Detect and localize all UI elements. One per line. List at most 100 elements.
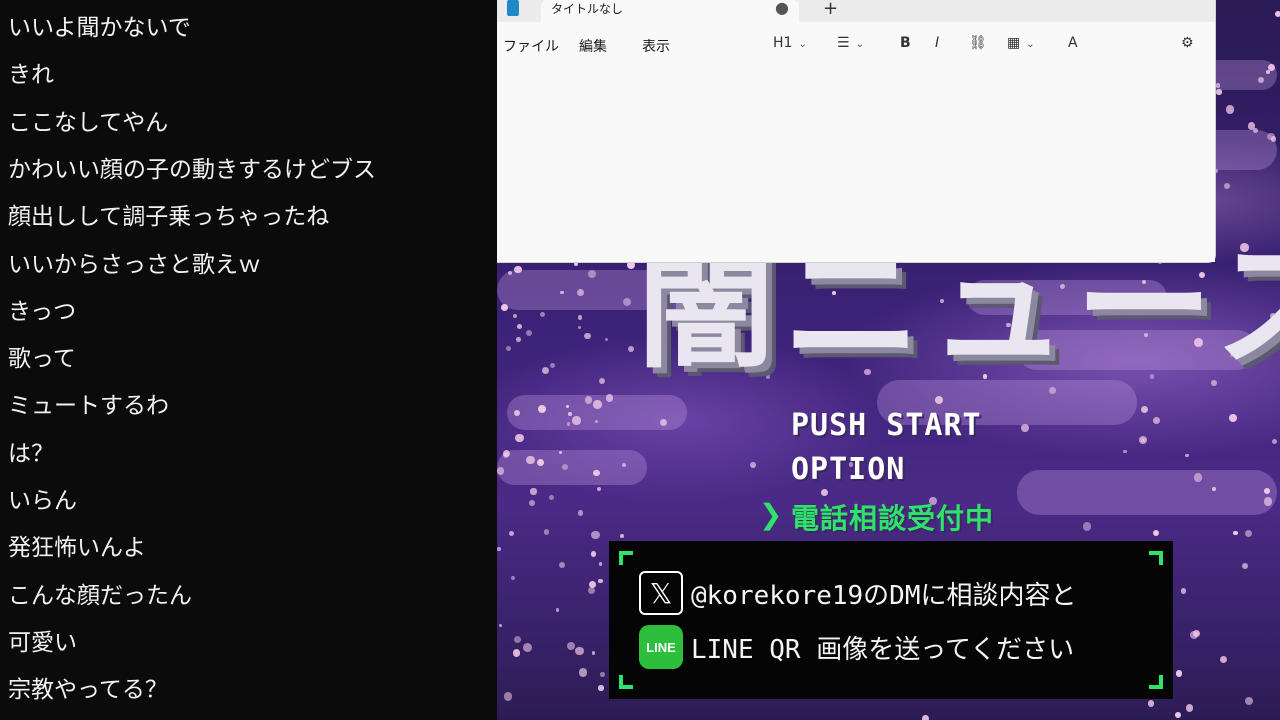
petal-shape — [620, 533, 625, 538]
petal-shape — [1267, 132, 1275, 141]
line-logo-icon: LINE — [639, 625, 683, 669]
unsaved-dot-icon: ● — [775, 0, 789, 17]
menu-bar: ファイル 編集 表示 H1 ⌄ ☰ ⌄ B I ⛓ ▦ ⌄ A ⚙ — [497, 30, 1215, 60]
petal-shape — [1216, 89, 1222, 95]
editor-area[interactable] — [497, 62, 1215, 262]
petal-shape — [539, 311, 545, 317]
petal-shape — [1271, 438, 1277, 444]
petal-shape — [584, 396, 593, 404]
chat-message: いいからさっさと歌えｗ — [8, 251, 261, 278]
petal-shape — [515, 433, 524, 443]
petal-shape — [1193, 473, 1202, 482]
petal-shape — [1139, 435, 1148, 444]
petal-shape — [523, 643, 533, 653]
petal-shape — [526, 455, 535, 465]
petal-shape — [1229, 414, 1237, 422]
table-dropdown[interactable]: ▦ ⌄ — [1007, 35, 1035, 51]
petal-shape — [538, 404, 547, 413]
info-text-line: LINE QR 画像を送ってください — [691, 634, 1075, 665]
chat-message: きれ — [8, 62, 54, 89]
petal-shape — [578, 667, 588, 677]
list-dropdown[interactable]: ☰ ⌄ — [837, 35, 864, 51]
petal-shape — [1219, 655, 1228, 664]
petal-shape — [1180, 588, 1187, 594]
petal-shape — [514, 265, 522, 274]
petal-shape — [821, 488, 829, 497]
menu-cursor-icon: ❯ — [759, 498, 783, 531]
petal-shape — [598, 578, 603, 583]
petal-shape — [750, 461, 757, 468]
cloud-shape — [1017, 470, 1277, 515]
petal-shape — [590, 551, 597, 557]
heading-label: H1 — [773, 35, 793, 51]
petal-shape — [627, 345, 634, 352]
frame-corner — [619, 551, 633, 565]
petal-shape — [566, 642, 575, 651]
chevron-down-icon: ⌄ — [1026, 39, 1035, 50]
menu-push-start[interactable]: PUSH START — [791, 408, 982, 443]
petal-shape — [1233, 530, 1238, 536]
info-text-x: @korekore19のDMに相談内容と — [691, 580, 1077, 611]
petal-shape — [604, 337, 609, 341]
petal-shape — [591, 530, 600, 540]
menu-edit[interactable]: 編集 — [579, 36, 607, 56]
petal-shape — [541, 366, 550, 374]
petal-shape — [1049, 387, 1056, 394]
new-tab-button[interactable]: + — [823, 0, 838, 18]
menu-phone-consultation[interactable]: 電話相談受付中 — [791, 497, 994, 537]
chat-message: は？ — [8, 440, 54, 467]
petal-shape — [558, 561, 566, 568]
list-icon: ☰ — [837, 35, 850, 51]
petal-shape — [513, 314, 518, 319]
petal-shape — [1123, 449, 1127, 454]
petal-shape — [572, 416, 581, 425]
petal-shape — [543, 529, 550, 536]
petal-shape — [503, 691, 513, 701]
petal-shape — [1224, 183, 1230, 189]
petal-shape — [509, 531, 515, 537]
petal-shape — [598, 685, 604, 691]
heading-dropdown[interactable]: H1 ⌄ — [773, 35, 807, 51]
petal-shape — [1175, 711, 1182, 718]
petal-shape — [577, 325, 581, 329]
petal-shape — [598, 377, 606, 385]
petal-shape — [588, 586, 596, 594]
petal-shape — [1275, 11, 1280, 17]
info-box: 𝕏 @korekore19のDMに相談内容と LINE LINE QR 画像を送… — [609, 541, 1173, 699]
petal-shape — [528, 500, 535, 507]
spellcheck-button[interactable]: A — [1068, 35, 1078, 51]
petal-shape — [1242, 563, 1249, 570]
italic-button[interactable]: I — [935, 35, 939, 51]
petal-shape — [600, 672, 605, 677]
petal-shape — [505, 345, 511, 351]
menu-file[interactable]: ファイル — [503, 36, 559, 56]
petal-shape — [513, 409, 520, 416]
petal-shape — [1263, 497, 1273, 506]
bold-button[interactable]: B — [900, 35, 911, 51]
frame-corner — [619, 675, 633, 689]
settings-button[interactable]: ⚙ — [1181, 35, 1194, 51]
petal-shape — [498, 624, 503, 628]
menu-view[interactable]: 表示 — [642, 36, 670, 56]
chat-message: 顔出しして調子乗っちゃったね — [8, 204, 330, 231]
notepad-window: タイトルなし ● + ファイル 編集 表示 H1 ⌄ ☰ ⌄ B I ⛓ ▦ ⌄ A … — [497, 0, 1216, 263]
tab-untitled[interactable]: タイトルなし ● — [541, 0, 799, 22]
link-button[interactable]: ⛓ — [969, 35, 987, 51]
petal-shape — [1185, 703, 1194, 712]
chat-message: いらん — [8, 488, 77, 514]
info-line-x: 𝕏 @korekore19のDMに相談内容と — [639, 571, 1077, 615]
menu-option[interactable]: OPTION — [791, 452, 905, 487]
petal-shape — [501, 304, 508, 311]
chat-panel: いいよ聞かないで きれ ここなしてやん かわいい顔の子の動きするけどブス 顔出しして調子… — [0, 0, 497, 720]
petal-shape — [536, 458, 544, 466]
petal-shape — [596, 486, 602, 492]
tab-title: タイトルなし — [551, 2, 624, 16]
chat-message: こんな顔だったん — [8, 582, 192, 609]
petal-shape — [577, 315, 583, 320]
petal-shape — [514, 635, 522, 643]
petal-shape — [1153, 530, 1160, 537]
chat-message: ここなしてやん — [8, 109, 169, 136]
petal-shape — [1185, 453, 1189, 458]
petal-shape — [659, 418, 668, 427]
table-icon: ▦ — [1007, 35, 1021, 51]
